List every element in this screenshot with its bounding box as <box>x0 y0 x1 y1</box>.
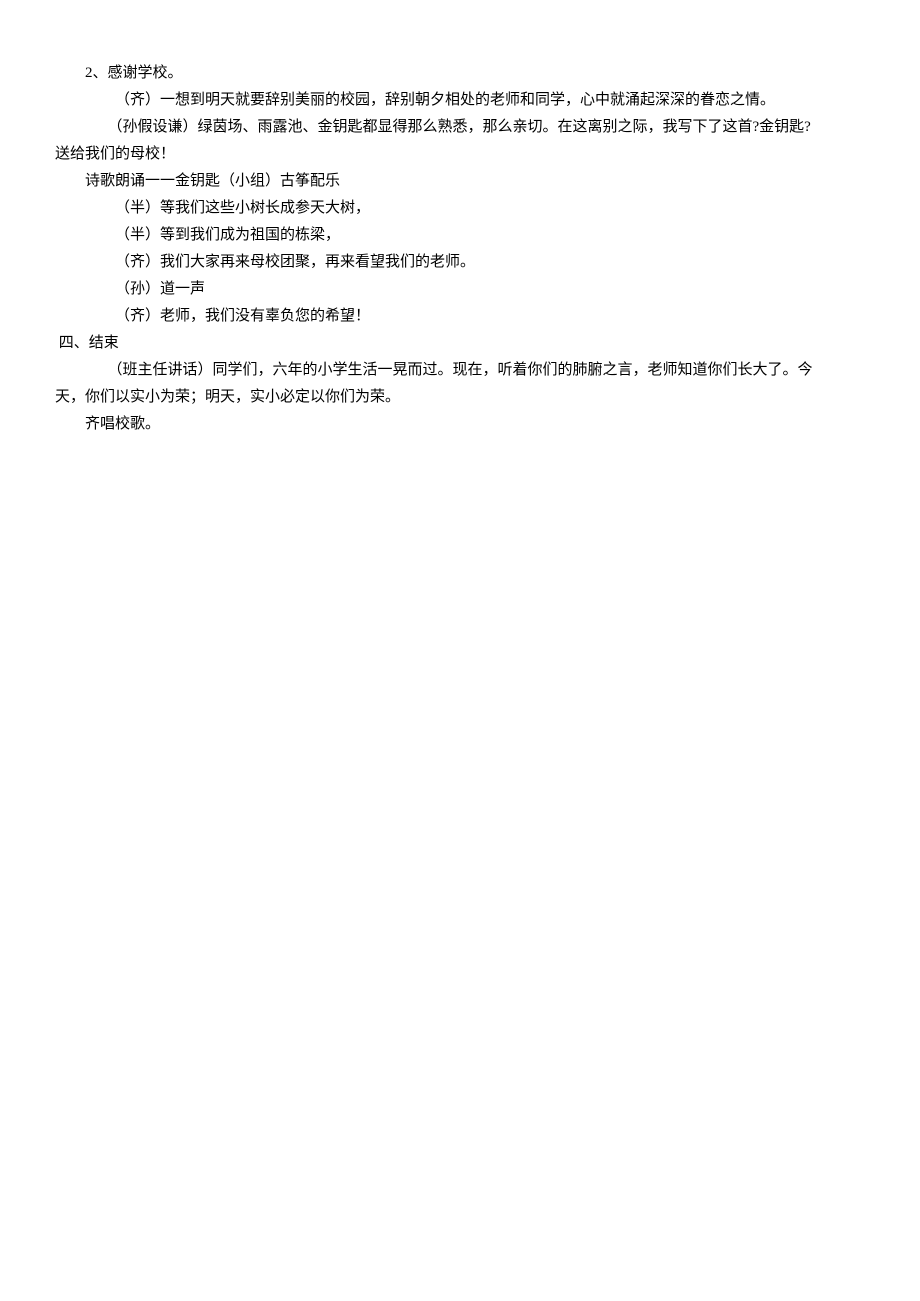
sun-line-1-part2: 送给我们的母校！ <box>55 141 865 168</box>
sun-line-1-part1: （孙假设谦）绿茵场、雨露池、金钥匙都显得那么熟悉，那么亲切。在这离别之际，我写下… <box>55 114 865 141</box>
chorus-line-qi-2: （齐）我们大家再来母校团聚，再来看望我们的老师。 <box>55 249 865 276</box>
chorus-line-qi-1: （齐）一想到明天就要辞别美丽的校园，辞别朝夕相处的老师和同学，心中就涌起深深的眷… <box>55 87 865 114</box>
half-line-1: （半）等我们这些小树长成参天大树， <box>55 195 865 222</box>
sing-school-song: 齐唱校歌。 <box>55 411 865 438</box>
teacher-speech-part1: （班主任讲话）同学们，六年的小学生活一晃而过。现在，听着你们的肺腑之言，老师知道… <box>55 357 865 384</box>
teacher-speech-part2: 天，你们以实小为荣；明天，实小必定以你们为荣。 <box>55 384 865 411</box>
section-4-title: 四、结束 <box>55 330 865 357</box>
section-2-title: 2、感谢学校。 <box>55 60 865 87</box>
chorus-line-qi-3: （齐）老师，我们没有辜负您的希望！ <box>55 303 865 330</box>
sun-line-2: （孙）道一声 <box>55 276 865 303</box>
half-line-2: （半）等到我们成为祖国的栋梁， <box>55 222 865 249</box>
poem-recital-label: 诗歌朗诵一一金钥匙（小组）古筝配乐 <box>55 168 865 195</box>
